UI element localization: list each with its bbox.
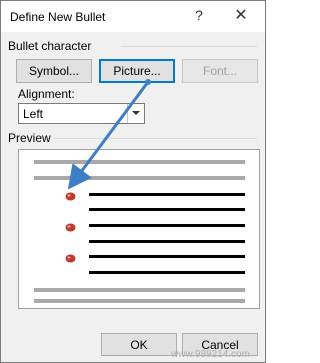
watermark: www.989214.com [171, 349, 250, 360]
close-icon[interactable]: ✕ [231, 5, 251, 27]
preview-gray-line [34, 299, 245, 303]
title-bar: Define New Bullet ? ✕ [1, 1, 265, 32]
preview-text-line [89, 271, 245, 274]
preview-gray-line [34, 288, 245, 292]
bullet-character-divider [121, 46, 257, 47]
picture-bullet-icon [65, 254, 76, 263]
dialog-title: Define New Bullet [10, 10, 106, 24]
preview-text-line [89, 193, 245, 196]
ok-button-label: OK [130, 338, 148, 352]
alignment-value: Left [23, 107, 44, 121]
preview-text-line [89, 224, 245, 227]
bullet-character-label: Bullet character [8, 39, 92, 53]
picture-bullet-icon [65, 223, 76, 232]
picture-bullet-icon [65, 192, 76, 201]
preview-divider [53, 138, 257, 139]
preview-box [18, 149, 260, 309]
picture-button-label: Picture... [113, 64, 161, 78]
ok-button[interactable]: OK [101, 333, 177, 356]
picture-button[interactable]: Picture... [99, 59, 175, 83]
alignment-label: Alignment: [18, 87, 75, 101]
font-button-label: Font... [202, 64, 237, 78]
chevron-down-icon[interactable] [127, 104, 144, 123]
preview-text-line [89, 240, 245, 243]
symbol-button-label: Symbol... [28, 64, 79, 78]
preview-text-line [89, 208, 245, 211]
symbol-button[interactable]: Symbol... [16, 59, 92, 83]
preview-label: Preview [8, 131, 51, 145]
alignment-select[interactable]: Left [18, 103, 145, 124]
define-new-bullet-dialog: Define New Bullet ? ✕ Bullet character S… [0, 0, 266, 363]
preview-gray-line [34, 176, 245, 180]
font-button[interactable]: Font... [182, 59, 258, 83]
help-icon[interactable]: ? [191, 7, 207, 25]
preview-gray-line [34, 160, 245, 164]
preview-text-line [89, 255, 245, 258]
